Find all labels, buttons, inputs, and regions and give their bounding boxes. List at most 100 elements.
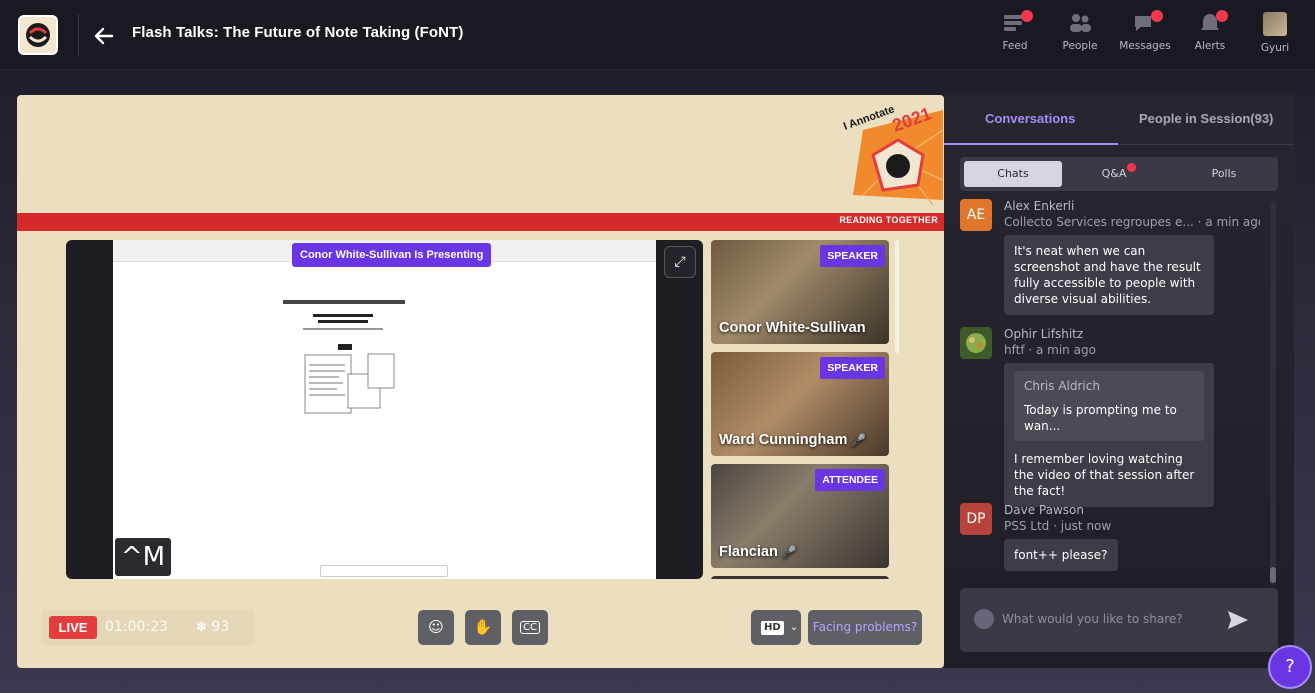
banner-stripe xyxy=(17,213,944,231)
mic-muted-icon: 🎤 xyxy=(851,433,867,447)
help-button[interactable]: ? xyxy=(1268,645,1312,689)
speaker-name: Ward Cunningham 🎤 xyxy=(719,430,869,450)
qa-badge xyxy=(1127,163,1136,172)
people-icon xyxy=(1068,12,1092,34)
logo-icon xyxy=(26,23,50,47)
stage-controls: LIVE 01:00:23 ✽ 93 ☺ ✋ CC HD ⌄ Facing pr… xyxy=(17,610,944,660)
avatar: AE xyxy=(960,199,992,231)
message-bubble: font++ please? xyxy=(1004,539,1118,571)
subtab-chats[interactable]: Chats xyxy=(964,161,1062,187)
app-logo[interactable] xyxy=(18,15,58,55)
tab-people-in-session[interactable]: People in Session(93) xyxy=(1139,111,1273,126)
nav-label-messages: Messages xyxy=(1119,40,1171,52)
captions-button[interactable]: CC xyxy=(512,610,548,645)
nav-label-feed: Feed xyxy=(1002,40,1028,52)
active-tab-indicator xyxy=(944,143,1118,145)
nav-people[interactable]: People xyxy=(1048,12,1112,52)
session-title: Flash Talks: The Future of Note Taking (… xyxy=(132,24,464,41)
quoted-text: Today is prompting me to wan... xyxy=(1024,403,1177,433)
chat-scrollbar[interactable] xyxy=(1270,201,1276,585)
sender-name: Dave Pawson xyxy=(1004,503,1084,517)
nav-alerts[interactable]: Alerts xyxy=(1178,10,1242,52)
send-button[interactable] xyxy=(1226,608,1250,632)
sender-name: Alex Enkerli xyxy=(1004,199,1075,213)
facing-problems-button[interactable]: Facing problems? xyxy=(808,610,922,645)
expand-icon: ⤢ xyxy=(674,254,686,270)
bell-icon xyxy=(1198,10,1228,34)
hand-icon: ✋ xyxy=(473,618,493,636)
user-avatar xyxy=(1263,12,1287,36)
quoted-name: Chris Aldrich xyxy=(1024,379,1100,393)
chevron-down-icon: ⌄ xyxy=(789,622,799,633)
speaker-tile-partial xyxy=(711,576,889,579)
banner-text: READING TOGETHER xyxy=(839,215,938,225)
raise-hand-button[interactable]: ✋ xyxy=(465,610,501,645)
role-badge: ATTENDEE xyxy=(815,469,885,491)
avatar-image xyxy=(966,333,986,353)
subtab-polls[interactable]: Polls xyxy=(1174,161,1274,187)
tab-conversations[interactable]: Conversations xyxy=(985,111,1075,126)
share-notification xyxy=(320,565,448,577)
conversation-panel: Conversations People in Session(93) Chat… xyxy=(944,95,1294,668)
viewer-count: ✽ 93 xyxy=(196,619,229,635)
viewer-count-value: 93 xyxy=(211,619,230,635)
live-badge: LIVE xyxy=(49,616,97,639)
mic-muted-icon: 🎤 xyxy=(781,545,797,559)
message-input[interactable] xyxy=(1002,606,1222,632)
emoji-button[interactable]: ☺ xyxy=(418,610,454,645)
feed-badge xyxy=(1021,10,1033,22)
shared-page-content xyxy=(283,300,405,414)
speaker-scrollbar[interactable] xyxy=(895,240,899,353)
role-badge: SPEAKER xyxy=(820,357,885,379)
chat-scrollbar-thumb[interactable] xyxy=(1270,567,1276,583)
quoted-message[interactable]: Chris Aldrich Today is prompting me to w… xyxy=(1014,371,1204,441)
speaker-tile[interactable]: SPEAKER Ward Cunningham 🎤 xyxy=(711,352,889,456)
speaker-tile[interactable]: ATTENDEE Flancian 🎤 xyxy=(711,464,889,568)
send-icon xyxy=(1228,611,1248,629)
sender-meta: PSS Ltd · just now xyxy=(1004,519,1112,533)
speaker-list[interactable]: SPEAKER Conor White-Sullivan SPEAKER War… xyxy=(711,240,901,579)
panel-tabs: Conversations People in Session(93) xyxy=(944,95,1294,145)
emoji-picker-icon[interactable] xyxy=(974,609,994,629)
avatar: DP xyxy=(960,503,992,535)
quality-label: HD xyxy=(761,621,784,635)
top-bar: Flash Talks: The Future of Note Taking (… xyxy=(0,0,1315,70)
messages-badge xyxy=(1151,10,1163,22)
annotate-logo: I Annotate 2021 xyxy=(843,103,943,206)
quality-select[interactable]: HD ⌄ xyxy=(751,610,801,645)
presenting-label: Conor White-Sullivan Is Presenting xyxy=(292,243,492,267)
cc-icon: CC xyxy=(520,621,540,634)
message-list: AE Alex Enkerli Collecto Services regrou… xyxy=(960,199,1260,581)
smile-icon: ☺ xyxy=(428,618,444,636)
speaker-name-text: Ward Cunningham xyxy=(719,432,848,448)
session-timer: 01:00:23 xyxy=(105,619,168,635)
nav-messages[interactable]: Messages xyxy=(1113,10,1177,52)
header-divider xyxy=(78,14,79,56)
sender-name: Ophir Lifshitz xyxy=(1004,327,1084,341)
speaker-tile[interactable]: SPEAKER Conor White-Sullivan xyxy=(711,240,889,344)
messages-icon xyxy=(1133,10,1163,34)
nav-feed[interactable]: Feed xyxy=(983,10,1047,52)
subtab-qa-label: Q&A xyxy=(1101,167,1127,180)
chat-subtabs: Chats Q&A Polls xyxy=(960,157,1278,191)
role-badge: SPEAKER xyxy=(820,245,885,267)
viewers-icon: ✽ xyxy=(196,620,207,635)
nav-label-people: People xyxy=(1062,40,1098,52)
screen-share[interactable]: Conor White-Sullivan Is Presenting ⤢ ^M xyxy=(66,240,703,579)
live-status-group: LIVE 01:00:23 ✽ 93 xyxy=(41,610,255,645)
nav-label-alerts: Alerts xyxy=(1194,40,1226,52)
sender-meta: Collecto Services regroupes e... · a min… xyxy=(1004,215,1260,229)
speaker-name: Conor White-Sullivan xyxy=(719,320,866,336)
sender-meta: hftf · a min ago xyxy=(1004,343,1096,357)
fullscreen-button[interactable]: ⤢ xyxy=(664,246,696,278)
nav-label-profile: Gyuri xyxy=(1260,42,1290,54)
nav-profile[interactable]: Gyuri xyxy=(1243,12,1307,54)
question-icon: ? xyxy=(1285,656,1295,677)
subtab-qa[interactable]: Q&A xyxy=(1064,161,1164,187)
back-arrow-icon[interactable] xyxy=(94,22,116,48)
speaker-name-text: Flancian xyxy=(719,544,778,560)
avatar xyxy=(960,327,992,359)
message-bubble: It's neat when we can screenshot and hav… xyxy=(1004,235,1214,315)
feed-icon xyxy=(1003,10,1033,34)
message-composer xyxy=(960,588,1278,652)
